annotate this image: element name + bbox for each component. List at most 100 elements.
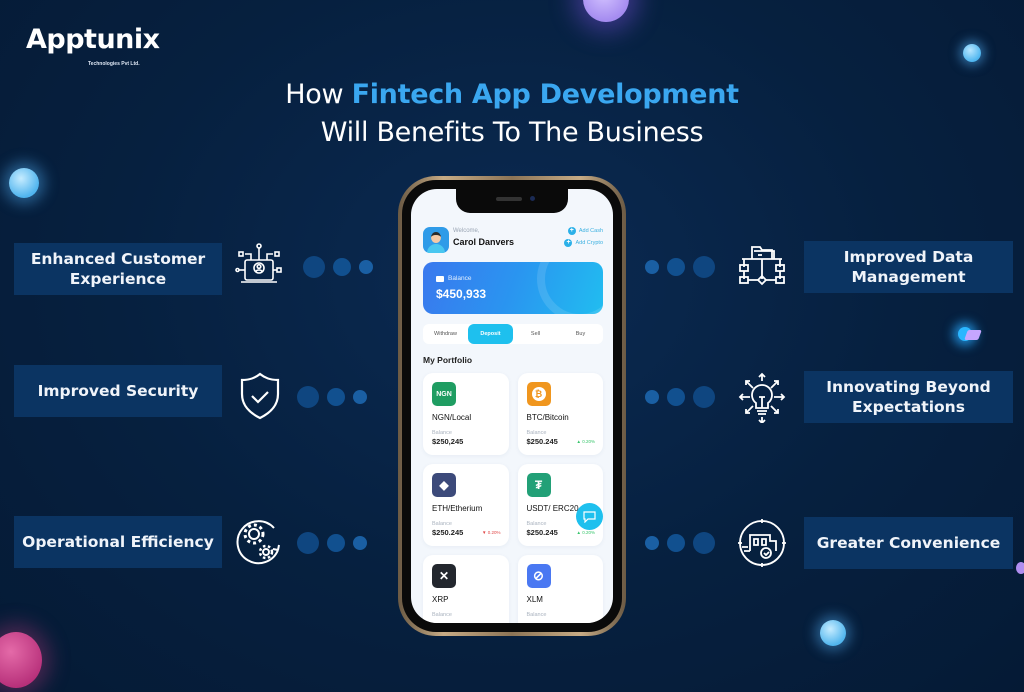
avatar[interactable] (423, 227, 449, 253)
feature-operational-efficiency: Operational Efficiency (14, 516, 222, 568)
dot (667, 534, 685, 552)
dot (353, 536, 367, 550)
dot (667, 388, 685, 406)
phone-notch (456, 189, 568, 213)
coin-card-eth[interactable]: ◆ ETH/Etherium Balance $250.245 ▼ 0.20% (423, 464, 509, 546)
dot (297, 386, 319, 408)
title-line-2: Will Benefits To The Business (320, 117, 704, 148)
coin-balance-label: Balance (432, 521, 452, 527)
portfolio-grid: NGN NGN/Local Balance $250,245 ₿ BTC/Bit… (423, 373, 603, 623)
decorative-orb (820, 620, 846, 646)
gears-cycle-icon (236, 520, 280, 565)
connector-dots (645, 532, 715, 554)
coin-name: NGN/Local (432, 413, 472, 422)
plus-icon: + (567, 227, 576, 235)
connector-dots (645, 386, 715, 408)
dot (645, 390, 659, 404)
speaker (496, 197, 522, 201)
ethereum-icon: ◆ (432, 473, 456, 497)
balance-value: $450,933 (436, 287, 487, 301)
coin-card-ngn[interactable]: NGN NGN/Local Balance $250,245 (423, 373, 509, 455)
dot (359, 260, 373, 274)
coin-change: ▲ 0.20% (576, 530, 595, 535)
coin-name: USDT/ ERC20 (526, 504, 579, 513)
dot (303, 256, 325, 278)
feature-improved-data-management: Improved Data Management (804, 241, 1013, 293)
coin-balance-label: Balance (432, 612, 452, 618)
plus-icon: + (564, 239, 573, 247)
page-title: How Fintech App Development Will Benefit… (0, 76, 1024, 152)
connector-dots (303, 256, 373, 278)
decorative-orb (1016, 562, 1024, 574)
app-header: Welcome, Carol Danvers + Add Cash + Add … (423, 227, 603, 257)
coin-card-xrp[interactable]: ✕ XRP Balance (423, 555, 509, 623)
coin-balance: $250.245 (526, 528, 558, 537)
coin-card-xlm[interactable]: ⊘ XLM Balance (517, 555, 603, 623)
action-tabs: Withdraw Deposit Sell Buy (423, 324, 603, 344)
brand-name: Apptunix (26, 24, 160, 55)
xrp-icon: ✕ (432, 564, 456, 588)
wallet-icon (436, 275, 444, 282)
coin-balance: $250.245 (526, 437, 558, 446)
add-cash-button[interactable]: + Add Cash (567, 227, 603, 235)
delivery-truck-check-icon (738, 519, 786, 567)
portfolio-title: My Portfolio (423, 355, 473, 365)
feature-innovating-beyond-expectations: Innovating Beyond Expectations (804, 371, 1013, 423)
tab-sell[interactable]: Sell (513, 324, 558, 344)
coin-card-btc[interactable]: ₿ BTC/Bitcoin Balance $250.245 ▲ 0.20% (517, 373, 603, 455)
feature-enhanced-customer-experience: Enhanced Customer Experience (14, 243, 222, 295)
dot (645, 536, 659, 550)
title-highlight: Fintech App Development (351, 79, 739, 110)
decorative-orb (583, 0, 629, 22)
user-name: Carol Danvers (453, 237, 515, 247)
lightbulb-arrows-icon (738, 372, 786, 423)
ngn-icon: NGN (432, 382, 456, 406)
brand-tagline: Technologies Pvt Ltd. (88, 61, 140, 67)
coin-name: XLM (526, 595, 543, 604)
connector-dots (297, 532, 367, 554)
dot (693, 532, 715, 554)
phone-mockup: Welcome, Carol Danvers + Add Cash + Add … (398, 176, 626, 636)
coin-name: XRP (432, 595, 449, 604)
coin-balance-label: Balance (526, 612, 547, 618)
decorative-orb (0, 632, 42, 688)
add-cash-label: Add Cash (578, 228, 603, 234)
dot (645, 260, 659, 274)
tab-buy[interactable]: Buy (558, 324, 603, 344)
brand-logo: Apptunix Technologies Pvt Ltd. (26, 24, 160, 67)
tab-withdraw[interactable]: Withdraw (423, 324, 468, 344)
app-screen: Welcome, Carol Danvers + Add Cash + Add … (411, 189, 613, 623)
feature-improved-security: Improved Security (14, 365, 222, 417)
dot (693, 386, 715, 408)
add-crypto-button[interactable]: + Add Crypto (564, 239, 603, 247)
chat-button[interactable] (576, 503, 603, 530)
balance-card: Balance $450,933 (423, 262, 603, 314)
coin-balance-label: Balance (432, 430, 452, 436)
dot (297, 532, 319, 554)
coin-name: ETH/Etherium (432, 504, 483, 513)
dot (327, 388, 345, 406)
camera (530, 196, 535, 201)
stellar-icon: ⊘ (526, 564, 551, 588)
welcome-label: Welcome, (453, 228, 480, 234)
tab-deposit[interactable]: Deposit (468, 324, 513, 344)
dot (667, 258, 685, 276)
coin-balance-label: Balance (526, 521, 547, 527)
feature-greater-convenience: Greater Convenience (804, 517, 1013, 569)
bitcoin-icon: ₿ (526, 382, 551, 406)
decorative-orb (963, 44, 981, 62)
decorative-gem (964, 330, 982, 340)
coin-balance: $250.245 (432, 528, 464, 537)
coin-change: ▲ 0.20% (576, 439, 595, 444)
chat-icon (583, 510, 596, 523)
tether-icon: ₮ (526, 473, 551, 497)
coin-balance: $250,245 (432, 437, 464, 446)
connector-dots (645, 256, 715, 278)
dot (333, 258, 351, 276)
folder-network-icon (739, 246, 785, 286)
title-prefix: How (285, 79, 352, 110)
dot (327, 534, 345, 552)
balance-label: Balance (448, 275, 472, 282)
coin-name: BTC/Bitcoin (526, 413, 569, 422)
dot (693, 256, 715, 278)
